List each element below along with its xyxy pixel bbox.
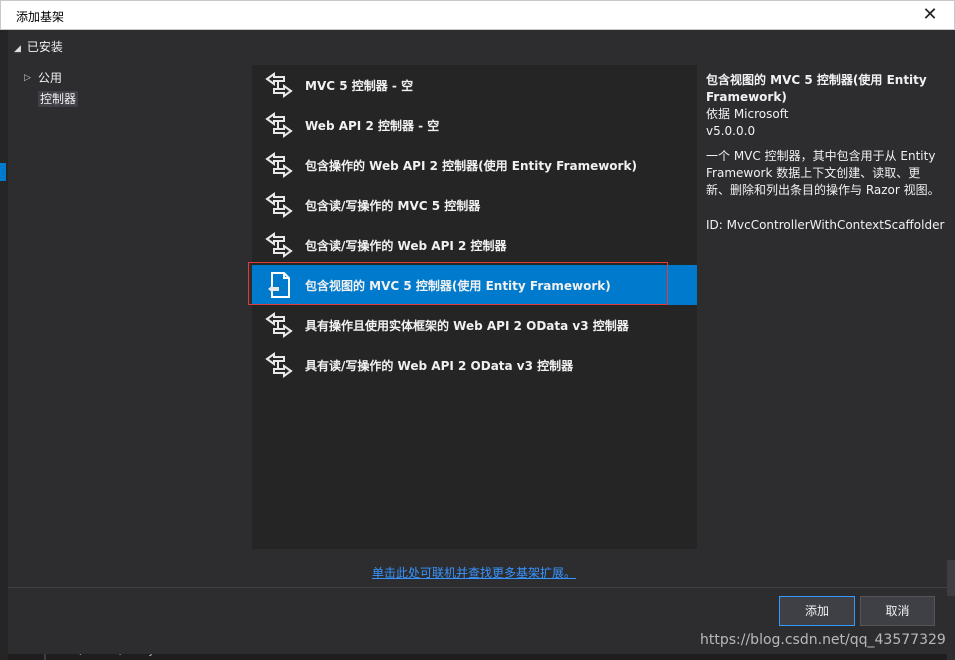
details-author: 依据 Microsoft	[706, 107, 789, 121]
details-title: 包含视图的 MVC 5 控制器(使用 Entity Framework)	[706, 73, 927, 104]
cancel-button[interactable]: 取消	[860, 596, 935, 626]
template-label: 具有操作且使用实体框架的 Web API 2 OData v3 控制器	[305, 319, 629, 333]
template-item[interactable]: MVC 5 控制器 - 空	[252, 65, 697, 105]
add-scaffold-dialog: ◢ 已安装 ▷ 公用 控制器 MVC 5 控制器 - 空 Web API 2 控制…	[8, 30, 947, 654]
controller-icon	[265, 232, 293, 258]
category-tree: ▷ 公用 控制器	[22, 68, 79, 110]
template-item[interactable]: 包含操作的 Web API 2 控制器(使用 Entity Framework)	[252, 145, 697, 185]
details-version: v5.0.0.0	[706, 124, 756, 138]
template-item[interactable]: 具有读/写操作的 Web API 2 OData v3 控制器	[252, 345, 697, 385]
tree-item-controllers[interactable]: 控制器	[22, 89, 79, 110]
tree-item-label: 控制器	[38, 91, 79, 107]
template-item[interactable]: 包含读/写操作的 Web API 2 控制器	[252, 225, 697, 265]
installed-header[interactable]: ◢ 已安装	[14, 38, 63, 55]
controller-icon	[265, 312, 293, 338]
view-controller-icon	[268, 272, 290, 298]
template-label: 包含视图的 MVC 5 控制器(使用 Entity Framework)	[305, 279, 611, 293]
template-item[interactable]: Web API 2 控制器 - 空	[252, 105, 697, 145]
template-label: Web API 2 控制器 - 空	[305, 119, 440, 133]
controller-icon	[265, 352, 293, 378]
template-list: MVC 5 控制器 - 空 Web API 2 控制器 - 空 包含操作的 We…	[248, 65, 697, 549]
online-extensions-link[interactable]: 单击此处可联机并查找更多基架扩展。	[372, 564, 576, 581]
template-label: 包含读/写操作的 MVC 5 控制器	[305, 199, 481, 213]
template-label: 具有读/写操作的 Web API 2 OData v3 控制器	[305, 359, 574, 373]
template-label: MVC 5 控制器 - 空	[305, 79, 414, 93]
add-button[interactable]: 添加	[779, 596, 855, 626]
template-item-selected[interactable]: 包含视图的 MVC 5 控制器(使用 Entity Framework)	[248, 262, 697, 305]
details-id: ID: MvcControllerWithContextScaffolder	[706, 218, 945, 232]
ide-active-marker	[0, 163, 6, 181]
ide-left-edge	[0, 28, 8, 660]
expand-triangle-icon[interactable]: ▷	[24, 68, 31, 89]
watermark-text: https://blog.csdn.net/qq_43577329	[700, 632, 946, 648]
tree-item-common[interactable]: ▷ 公用	[22, 68, 78, 89]
close-icon[interactable]: ✕	[920, 5, 940, 25]
details-description: 一个 MVC 控制器，其中包含用于从 Entity Framework 数据上下…	[706, 149, 940, 197]
ide-scrollbar-thumb	[947, 560, 955, 596]
controller-icon	[265, 72, 293, 98]
ide-right-edge	[947, 28, 955, 660]
tree-item-label: 公用	[38, 71, 63, 85]
controller-icon	[265, 152, 293, 178]
dialog-title: 添加基架	[16, 10, 65, 24]
dialog-titlebar: 添加基架 ✕	[0, 0, 955, 30]
controller-icon	[265, 192, 293, 218]
template-label: 包含操作的 Web API 2 控制器(使用 Entity Framework)	[305, 159, 637, 173]
controller-icon	[265, 112, 293, 138]
template-label: 包含读/写操作的 Web API 2 控制器	[305, 239, 507, 253]
template-item[interactable]: 具有操作且使用实体框架的 Web API 2 OData v3 控制器	[252, 305, 697, 345]
template-item[interactable]: 包含读/写操作的 MVC 5 控制器	[252, 185, 697, 225]
installed-label: 已安装	[26, 40, 63, 54]
details-panel: 包含视图的 MVC 5 控制器(使用 Entity Framework) 依据 …	[706, 72, 945, 234]
collapse-triangle-icon: ◢	[14, 44, 21, 54]
